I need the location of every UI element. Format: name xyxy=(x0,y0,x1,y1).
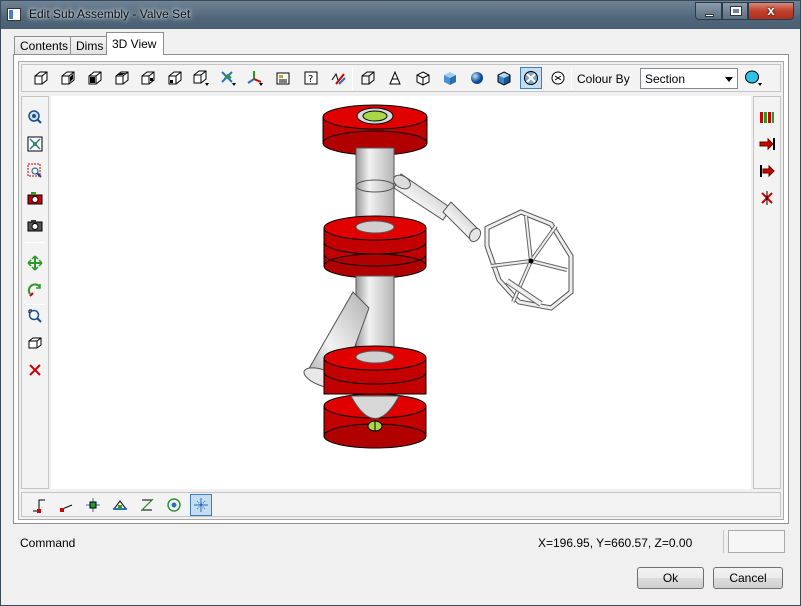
properties-icon[interactable] xyxy=(272,67,294,89)
perspective-icon[interactable] xyxy=(547,67,569,89)
handwheel xyxy=(484,209,574,311)
flat-shaded-icon[interactable] xyxy=(439,67,461,89)
smooth-shaded-icon[interactable] xyxy=(466,67,488,89)
status-divider xyxy=(723,530,724,553)
tab-panel-3d-view: ? Colour By Section xyxy=(13,54,789,524)
tab-label: Dims xyxy=(76,39,104,53)
toolbar-separator xyxy=(25,242,45,243)
help-icon[interactable]: ? xyxy=(300,67,322,89)
app-icon xyxy=(7,8,21,21)
camera-save-icon[interactable] xyxy=(24,187,46,209)
middle-flange xyxy=(323,215,427,279)
toolbar-separator xyxy=(352,68,353,90)
colour-by-select[interactable]: Section xyxy=(640,68,738,89)
window-title: Edit Sub Assembly - Valve Set xyxy=(29,7,191,21)
wireframe-icon[interactable] xyxy=(357,67,379,89)
snap-center-icon[interactable] xyxy=(109,494,131,516)
zoom-window-icon[interactable] xyxy=(24,160,46,182)
toolbar-separator xyxy=(571,68,572,90)
axis-xyz-icon[interactable] xyxy=(244,67,266,89)
status-bar: Command X=196.95, Y=660.57, Z=0.00 xyxy=(13,530,789,554)
snap-mid-icon[interactable] xyxy=(55,494,77,516)
minimize-button[interactable] xyxy=(695,2,722,20)
hidden-line-icon[interactable] xyxy=(384,67,406,89)
coordinates-readout: X=196.95, Y=660.57, Z=0.00 xyxy=(538,536,693,550)
cancel-button[interactable]: Cancel xyxy=(713,567,783,589)
command-label: Command xyxy=(20,536,76,550)
snap-grid-icon[interactable] xyxy=(190,494,212,516)
view-iso-7-icon[interactable] xyxy=(190,67,212,89)
solid-shaded-icon[interactable] xyxy=(493,67,515,89)
close-icon: x xyxy=(767,3,775,18)
snap-perp-icon[interactable] xyxy=(136,494,158,516)
title-bar[interactable]: Edit Sub Assembly - Valve Set x xyxy=(1,1,800,29)
tab-3d-view[interactable]: 3D View xyxy=(106,32,164,55)
view-frame: ? Colour By Section xyxy=(18,61,784,520)
view-iso-3-icon[interactable] xyxy=(84,67,106,89)
snap-toolbar xyxy=(21,492,781,517)
box-view-icon[interactable] xyxy=(24,332,46,354)
axis-rotate-icon[interactable] xyxy=(217,67,239,89)
snap-circle-icon[interactable] xyxy=(163,494,185,516)
outline-icon[interactable] xyxy=(412,67,434,89)
svg-text:?: ? xyxy=(308,74,313,85)
snap-end-icon[interactable] xyxy=(28,494,50,516)
section-shaded-icon[interactable] xyxy=(520,67,542,89)
valve-set-model xyxy=(303,104,574,449)
minimize-icon xyxy=(705,14,714,17)
view-tools-right xyxy=(753,96,781,489)
camera-icon[interactable] xyxy=(24,214,46,236)
view-iso-1-icon[interactable] xyxy=(30,67,52,89)
dialog-body: Contents Dims 3D View ? Colour By Sectio… xyxy=(7,29,794,600)
arrow-left-red-icon[interactable] xyxy=(756,160,778,182)
dialog-window: Edit Sub Assembly - Valve Set x Contents… xyxy=(0,0,801,606)
status-box xyxy=(728,530,785,553)
columns-icon[interactable] xyxy=(756,106,778,128)
view-iso-4-icon[interactable] xyxy=(111,67,133,89)
view-tools-left xyxy=(21,96,49,489)
chevron-down-icon xyxy=(725,77,733,82)
ok-button[interactable]: Ok xyxy=(637,567,704,589)
delete-icon[interactable] xyxy=(24,359,46,381)
pan-icon[interactable] xyxy=(24,252,46,274)
3d-viewport[interactable] xyxy=(51,96,751,489)
zoom-extents-icon[interactable] xyxy=(24,133,46,155)
snap-node-icon[interactable] xyxy=(82,494,104,516)
arrow-right-red-icon[interactable] xyxy=(756,133,778,155)
delete-red-icon[interactable] xyxy=(756,187,778,209)
colour-by-value: Section xyxy=(645,72,686,86)
close-button[interactable]: x xyxy=(748,2,794,20)
tab-contents[interactable]: Contents xyxy=(14,36,71,54)
zoom-all-icon[interactable] xyxy=(24,106,46,128)
view-iso-2-icon[interactable] xyxy=(57,67,79,89)
zoom-icon[interactable] xyxy=(24,305,46,327)
edit-style-icon[interactable] xyxy=(327,67,349,89)
tab-dims[interactable]: Dims xyxy=(70,36,108,54)
bottom-flange xyxy=(323,345,427,449)
rotate-icon[interactable] xyxy=(24,279,46,301)
colour-swatch-button[interactable] xyxy=(743,67,765,89)
tab-label: Contents xyxy=(20,39,69,53)
tab-label: 3D View xyxy=(112,37,157,51)
view-toolbar: ? Colour By Section xyxy=(21,64,781,92)
maximize-button[interactable] xyxy=(722,2,748,20)
maximize-icon xyxy=(730,6,742,16)
view-iso-5-icon[interactable] xyxy=(137,67,159,89)
view-iso-6-icon[interactable] xyxy=(164,67,186,89)
colour-by-label: Colour By xyxy=(577,72,630,86)
